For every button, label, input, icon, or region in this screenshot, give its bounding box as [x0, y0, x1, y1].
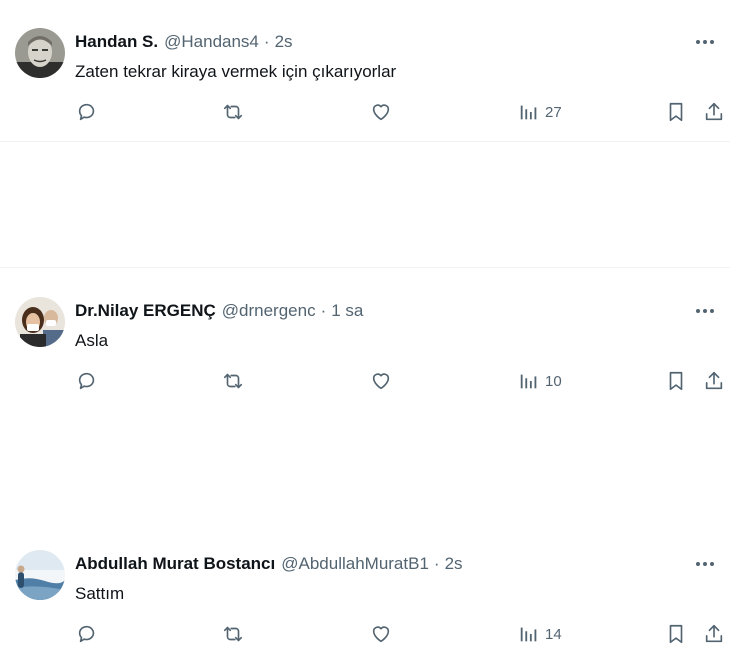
- more-icon[interactable]: [690, 554, 720, 574]
- reply-icon[interactable]: [76, 622, 98, 646]
- bookmark-icon[interactable]: [665, 622, 687, 646]
- views-icon: [520, 627, 537, 642]
- retweet-icon[interactable]: [222, 622, 244, 646]
- more-icon[interactable]: [690, 32, 720, 52]
- views-button[interactable]: 14: [518, 622, 562, 646]
- timestamp[interactable]: 2s: [445, 554, 463, 574]
- display-name[interactable]: Handan S.: [75, 32, 158, 52]
- like-icon[interactable]: [370, 622, 392, 646]
- tweet[interactable]: Handan S. @Handans4 · 2s Zaten tekrar ki…: [0, 0, 730, 142]
- action-bar: 27: [0, 100, 730, 124]
- avatar[interactable]: [15, 28, 65, 78]
- avatar-landscape-icon: [15, 550, 65, 600]
- views-count: 14: [545, 625, 562, 643]
- views-button[interactable]: 27: [518, 100, 562, 124]
- tweet[interactable]: Abdullah Murat Bostancı @AbdullahMuratB1…: [0, 268, 730, 644]
- tweet-header: Handan S. @Handans4 · 2s: [75, 32, 293, 52]
- avatar[interactable]: [15, 550, 65, 600]
- bookmark-icon[interactable]: [665, 100, 687, 124]
- tweet[interactable]: Dr.Nilay ERGENÇ @drnergenc · 1 sa Asla 1…: [0, 142, 730, 391]
- avatar-portrait-icon: [15, 28, 65, 78]
- views-count: 27: [545, 103, 562, 121]
- tweet-text: Sattım: [75, 584, 125, 603]
- share-icon[interactable]: [703, 100, 725, 124]
- tweet-header: Abdullah Murat Bostancı @AbdullahMuratB1…: [75, 554, 463, 574]
- tweet-text: Zaten tekrar kiraya vermek için çıkarıyo…: [75, 62, 397, 81]
- user-handle[interactable]: @AbdullahMuratB1: [281, 554, 429, 574]
- user-handle[interactable]: @Handans4: [164, 32, 259, 52]
- timestamp[interactable]: 2s: [275, 32, 293, 52]
- display-name[interactable]: Abdullah Murat Bostancı: [75, 554, 275, 574]
- separator-dot: ·: [263, 32, 270, 51]
- action-bar: 14: [0, 622, 730, 646]
- views-icon: [520, 105, 537, 120]
- retweet-icon[interactable]: [222, 100, 244, 124]
- like-icon[interactable]: [370, 100, 392, 124]
- reply-icon[interactable]: [76, 100, 98, 124]
- separator-dot: ·: [433, 554, 440, 573]
- share-icon[interactable]: [703, 622, 725, 646]
